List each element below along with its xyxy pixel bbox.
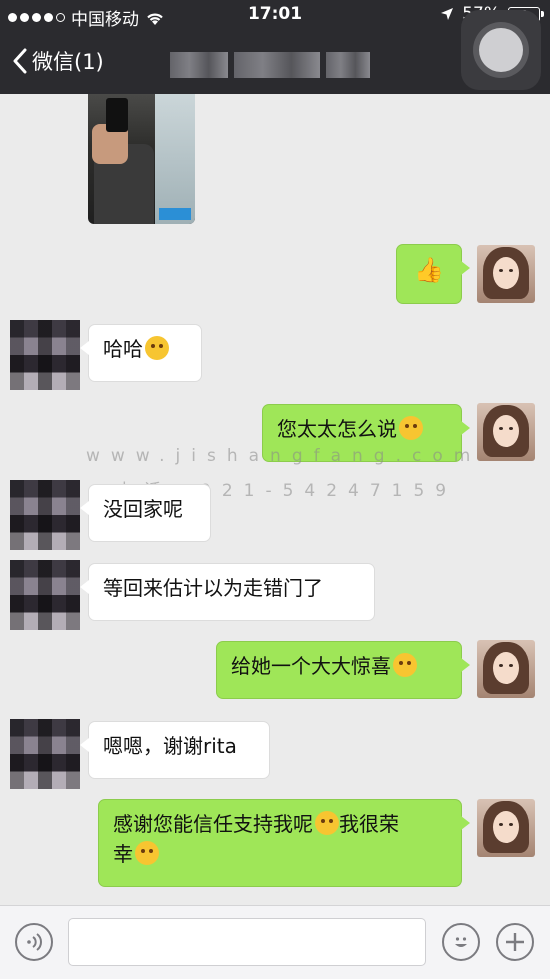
message-text: 哈哈 xyxy=(103,337,143,361)
smirk-icon xyxy=(399,416,423,440)
message-text: 等回来估计以为走错门了 xyxy=(103,576,323,600)
voice-icon xyxy=(27,933,42,951)
message-bubble-friend[interactable]: 等回来估计以为走错门了 xyxy=(80,563,375,621)
plus-icon xyxy=(506,933,524,951)
message-text: 给她一个大大惊喜 xyxy=(231,654,391,678)
emoji-face-icon xyxy=(455,937,467,947)
avatar-me[interactable] xyxy=(477,403,535,461)
message-text: 嗯嗯，谢谢rita xyxy=(103,734,237,758)
voice-button[interactable] xyxy=(15,923,53,961)
message-bubble-me[interactable]: 👍 xyxy=(396,244,470,304)
input-bar xyxy=(0,905,550,979)
message-bubble-me[interactable]: 给她一个大大惊喜 xyxy=(216,641,470,699)
photo-message[interactable] xyxy=(88,94,195,224)
chat-title-blurred xyxy=(170,52,370,78)
plus-button[interactable] xyxy=(496,923,534,961)
message-bubble-friend[interactable]: 嗯嗯，谢谢rita xyxy=(80,721,270,779)
message-bubble-me[interactable]: 感谢您能信任支持我呢 我很荣 幸 xyxy=(98,799,470,887)
message-input[interactable] xyxy=(68,918,426,966)
emoji-button[interactable] xyxy=(442,923,480,961)
flushed-icon xyxy=(135,841,159,865)
avatar-me[interactable] xyxy=(477,640,535,698)
laugh-icon xyxy=(393,653,417,677)
watermark-url: www.jishangfang.com xyxy=(86,446,482,466)
avatar-friend[interactable] xyxy=(10,320,80,390)
blush-icon xyxy=(315,811,339,835)
message-bubble-friend[interactable]: 哈哈 xyxy=(80,324,202,382)
message-text: 您太太怎么说 xyxy=(277,417,397,441)
avatar-friend[interactable] xyxy=(10,560,80,630)
avatar-friend[interactable] xyxy=(10,719,80,789)
back-label: 微信(1) xyxy=(32,50,104,74)
thumbs-up-icon: 👍 xyxy=(414,256,444,284)
avatar-me[interactable] xyxy=(477,799,535,857)
message-text: 我很荣 xyxy=(339,812,399,836)
message-text: 没回家呢 xyxy=(103,497,183,521)
chevron-left-icon xyxy=(13,48,27,74)
avatar-friend[interactable] xyxy=(10,480,80,550)
location-arrow-icon xyxy=(441,8,454,20)
avatar-me[interactable] xyxy=(477,245,535,303)
message-text: 感谢您能信任支持我呢 xyxy=(113,812,313,836)
message-bubble-friend[interactable]: 没回家呢 xyxy=(80,484,211,542)
message-text: 幸 xyxy=(113,842,133,866)
grin-icon xyxy=(145,336,169,360)
assistive-touch-icon[interactable] xyxy=(461,10,541,90)
back-button[interactable]: 微信(1) xyxy=(12,46,104,76)
